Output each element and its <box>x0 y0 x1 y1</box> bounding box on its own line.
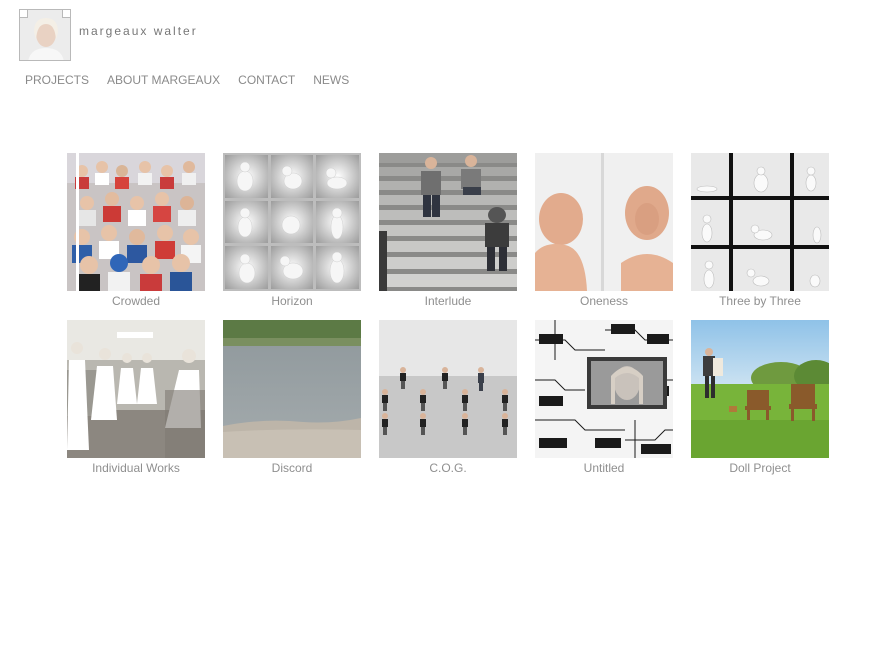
project-individual-works[interactable]: Individual Works <box>67 320 205 475</box>
project-thumbnail-untitled[interactable] <box>535 320 673 458</box>
project-title[interactable]: Horizon <box>223 294 361 308</box>
portrait-avatar-icon <box>19 9 71 61</box>
site-name[interactable]: margeaux walter <box>79 24 198 38</box>
project-title[interactable]: Crowded <box>67 294 205 308</box>
project-title[interactable]: Three by Three <box>691 294 829 308</box>
project-discord[interactable]: Discord <box>223 320 361 475</box>
project-thumbnail-horizon[interactable] <box>223 153 361 291</box>
project-title[interactable]: Oneness <box>535 294 673 308</box>
project-oneness[interactable]: Oneness <box>535 153 673 308</box>
project-untitled[interactable]: Untitled <box>535 320 673 475</box>
project-thumbnail-discord[interactable] <box>223 320 361 458</box>
project-title[interactable]: Interlude <box>379 294 517 308</box>
project-thumbnail-individual-works[interactable] <box>67 320 205 458</box>
project-title[interactable]: Discord <box>223 461 361 475</box>
project-thumbnail-three-by-three[interactable] <box>691 153 829 291</box>
project-thumbnail-cog[interactable] <box>379 320 517 458</box>
project-thumbnail-oneness[interactable] <box>535 153 673 291</box>
project-crowded[interactable]: Crowded <box>67 153 205 308</box>
project-three-by-three[interactable]: Three by Three <box>691 153 829 308</box>
nav-contact[interactable]: CONTACT <box>238 73 295 87</box>
project-title[interactable]: Individual Works <box>67 461 205 475</box>
project-grid: Crowded Horizon Interlude Oneness Three … <box>67 153 829 475</box>
nav-projects[interactable]: PROJECTS <box>25 73 89 87</box>
project-horizon[interactable]: Horizon <box>223 153 361 308</box>
project-doll-project[interactable]: Doll Project <box>691 320 829 475</box>
project-title[interactable]: Doll Project <box>691 461 829 475</box>
project-thumbnail-crowded[interactable] <box>67 153 205 291</box>
project-cog[interactable]: C.O.G. <box>379 320 517 475</box>
project-title[interactable]: Untitled <box>535 461 673 475</box>
site-logo[interactable]: margeaux walter <box>19 9 198 61</box>
main-nav: PROJECTS ABOUT MARGEAUX CONTACT NEWS <box>25 73 349 87</box>
project-title[interactable]: C.O.G. <box>379 461 517 475</box>
nav-about[interactable]: ABOUT MARGEAUX <box>107 73 220 87</box>
project-thumbnail-interlude[interactable] <box>379 153 517 291</box>
project-interlude[interactable]: Interlude <box>379 153 517 308</box>
nav-news[interactable]: NEWS <box>313 73 349 87</box>
project-thumbnail-doll-project[interactable] <box>691 320 829 458</box>
